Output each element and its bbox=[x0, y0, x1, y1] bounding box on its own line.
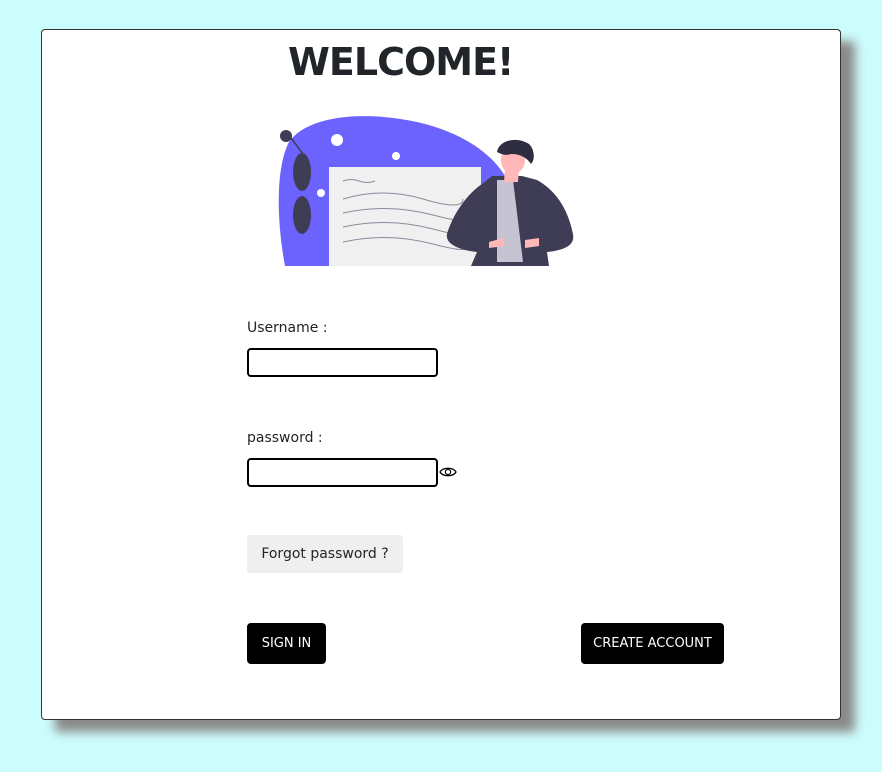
password-input[interactable] bbox=[247, 458, 438, 487]
page-title: WELCOME! bbox=[288, 40, 514, 84]
sign-in-button[interactable]: SIGN IN bbox=[247, 623, 326, 664]
create-account-button[interactable]: CREATE ACCOUNT bbox=[581, 623, 724, 664]
username-label: Username : bbox=[247, 320, 328, 336]
password-label: password : bbox=[247, 430, 323, 446]
eye-icon[interactable] bbox=[439, 465, 457, 479]
username-input[interactable] bbox=[247, 348, 438, 377]
person-presenting-board-illustration bbox=[278, 116, 574, 266]
login-card: WELCOME! Username : password : Forgot pa… bbox=[41, 29, 841, 720]
forgot-password-button[interactable]: Forgot password ? bbox=[247, 535, 403, 573]
